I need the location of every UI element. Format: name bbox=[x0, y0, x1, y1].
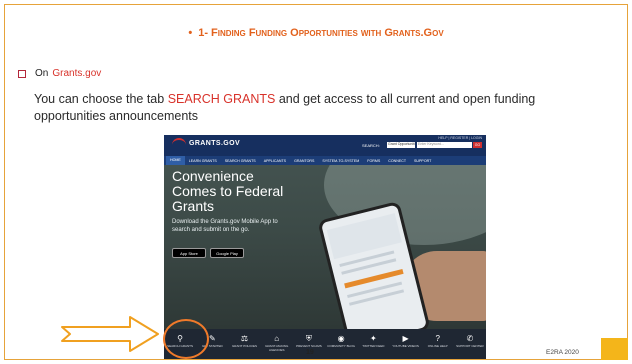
quick-link-community-blog[interactable]: ◉ COMMUNITY BLOG bbox=[325, 329, 357, 359]
quick-link-label: YOUTUBE VIDEOS bbox=[392, 344, 419, 348]
quick-link-online-help[interactable]: ? ONLINE HELP bbox=[422, 329, 454, 359]
nav-home[interactable]: HOME bbox=[166, 156, 185, 165]
logo-swoosh-icon bbox=[172, 138, 186, 148]
shield-icon: ⛨ bbox=[305, 334, 312, 343]
title-text: 1- Finding Funding Opportunities with Gr… bbox=[198, 27, 444, 39]
page-number: 19 bbox=[306, 349, 314, 356]
grants-gov-link[interactable]: Grants.gov bbox=[52, 68, 101, 79]
google-play-badge[interactable]: Google Play bbox=[210, 248, 244, 258]
hero-line-3: Grants bbox=[172, 198, 215, 214]
search-go-button[interactable]: GO bbox=[473, 142, 482, 148]
title-bullet: • bbox=[188, 27, 193, 39]
nav-learn-grants[interactable]: LEARN GRANTS bbox=[185, 159, 221, 163]
pointer-arrow-icon bbox=[61, 316, 159, 352]
slide-title: • 1- Finding Funding Opportunities with G… bbox=[0, 27, 632, 39]
source-line: On Grants.gov bbox=[18, 68, 101, 79]
scales-icon: ⚖ bbox=[240, 334, 249, 343]
nav-system-to-system[interactable]: SYSTEM-TO-SYSTEM bbox=[318, 159, 363, 163]
quick-link-support-center[interactable]: ✆ SUPPORT CENTER bbox=[454, 329, 486, 359]
phone-icon: ✆ bbox=[466, 334, 474, 343]
quick-link-agencies[interactable]: ⌂ GRANT-MAKING AGENCIES bbox=[261, 329, 293, 359]
quick-link-label: COMMUNITY BLOG bbox=[327, 344, 355, 348]
description-paragraph: You can choose the tab SEARCH GRANTS and… bbox=[34, 91, 604, 125]
twitter-icon: ✦ bbox=[369, 334, 377, 343]
site-nav: HOME LEARN GRANTS SEARCH GRANTS APPLICAN… bbox=[164, 156, 486, 165]
hero-banner: Convenience Comes to Federal Grants Down… bbox=[164, 165, 486, 329]
search-grants-highlight: SEARCH GRANTS bbox=[167, 92, 276, 106]
nav-grantors[interactable]: GRANTORS bbox=[290, 159, 318, 163]
quick-link-label: TWITTER FEED bbox=[362, 344, 385, 348]
quick-links-bar: ⚲ SEARCH GRANTS ✎ GET STARTED ⚖ GRANT POLIC… bbox=[164, 329, 486, 359]
search-type-select[interactable]: Grant Opportunities bbox=[387, 142, 415, 148]
footer-label: E2RA 2020 bbox=[546, 349, 579, 356]
hero-heading: Convenience Comes to Federal Grants bbox=[172, 169, 283, 214]
quick-link-grant-policies[interactable]: ⚖ GRANT POLICIES bbox=[228, 329, 260, 359]
nav-forms[interactable]: FORMS bbox=[363, 159, 384, 163]
logo-text: GRANTS.GOV bbox=[189, 139, 241, 147]
search-label: SEARCH: bbox=[362, 143, 380, 148]
grants-gov-screenshot: GRANTS.GOV HELP | REGISTER | LOGIN SEARC… bbox=[164, 135, 486, 359]
app-store-badge[interactable]: App Store bbox=[172, 248, 206, 258]
hero-line-1: Convenience bbox=[172, 168, 254, 184]
site-header: GRANTS.GOV HELP | REGISTER | LOGIN SEARC… bbox=[164, 135, 486, 156]
pencil-icon: ✎ bbox=[208, 334, 216, 343]
square-bullet-icon bbox=[18, 69, 26, 78]
site-logo[interactable]: GRANTS.GOV bbox=[172, 138, 240, 148]
quick-link-label: ONLINE HELP bbox=[427, 344, 448, 348]
quick-link-label: GRANT-MAKING AGENCIES bbox=[265, 344, 289, 352]
hero-subtext: Download the Grants.gov Mobile App to se… bbox=[172, 219, 278, 233]
search-grants-highlight-circle bbox=[163, 319, 209, 359]
quick-link-twitter[interactable]: ✦ TWITTER FEED bbox=[357, 329, 389, 359]
footer-accent-box bbox=[601, 338, 628, 360]
quick-link-label: GRANT POLICIES bbox=[231, 344, 258, 348]
top-links[interactable]: HELP | REGISTER | LOGIN bbox=[438, 136, 482, 140]
youtube-icon: ▶ bbox=[402, 334, 409, 343]
para-part1: You can choose the tab bbox=[34, 92, 168, 106]
building-icon: ⌂ bbox=[274, 334, 280, 343]
nav-applicants[interactable]: APPLICANTS bbox=[260, 159, 290, 163]
help-icon: ? bbox=[435, 334, 440, 343]
source-prefix: On bbox=[35, 68, 49, 79]
quick-link-label: SUPPORT CENTER bbox=[456, 344, 484, 348]
hero-line-2: Comes to Federal bbox=[172, 183, 284, 199]
nav-search-grants[interactable]: SEARCH GRANTS bbox=[221, 159, 260, 163]
nav-support[interactable]: SUPPORT bbox=[410, 159, 435, 163]
nav-connect[interactable]: CONNECT bbox=[384, 159, 410, 163]
search-input[interactable]: Enter Keyword... bbox=[417, 142, 472, 148]
rss-icon: ◉ bbox=[337, 334, 345, 343]
slide: • 1- Finding Funding Opportunities with G… bbox=[0, 0, 632, 364]
quick-link-youtube[interactable]: ▶ YOUTUBE VIDEOS bbox=[389, 329, 421, 359]
